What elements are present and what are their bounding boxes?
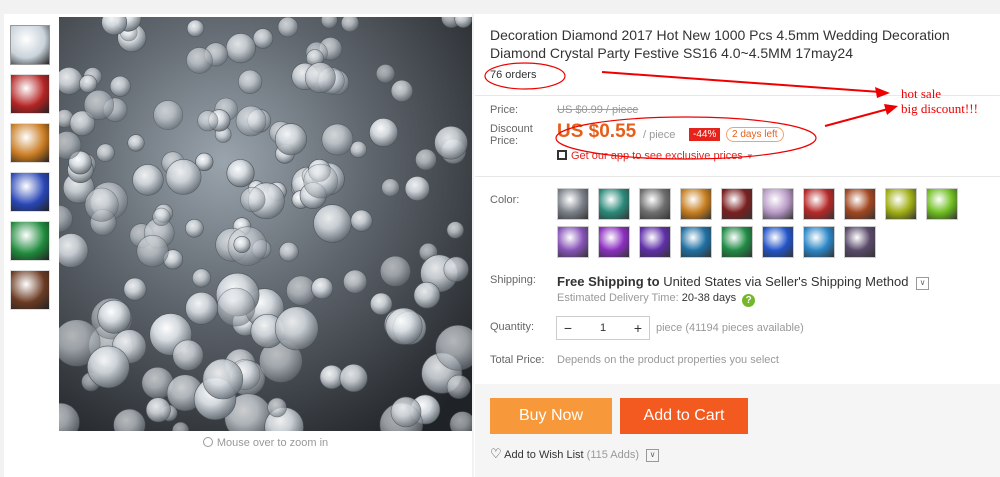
annotation-overlay: [484, 62, 898, 160]
big-discount-annotation: big discount!!!: [901, 101, 978, 116]
product-page: Mouse over to zoom in Decoration Diamond…: [0, 0, 1000, 477]
orders-circle-annotation: [484, 62, 566, 90]
arrow-head-discount: [884, 104, 898, 115]
arrow-discount: [824, 108, 889, 127]
arrow-head-hot-sale: [875, 87, 890, 98]
arrow-hot-sale: [601, 71, 881, 93]
hot-sale-annotation: hot sale: [901, 86, 942, 101]
price-circle-annotation: [555, 116, 817, 160]
